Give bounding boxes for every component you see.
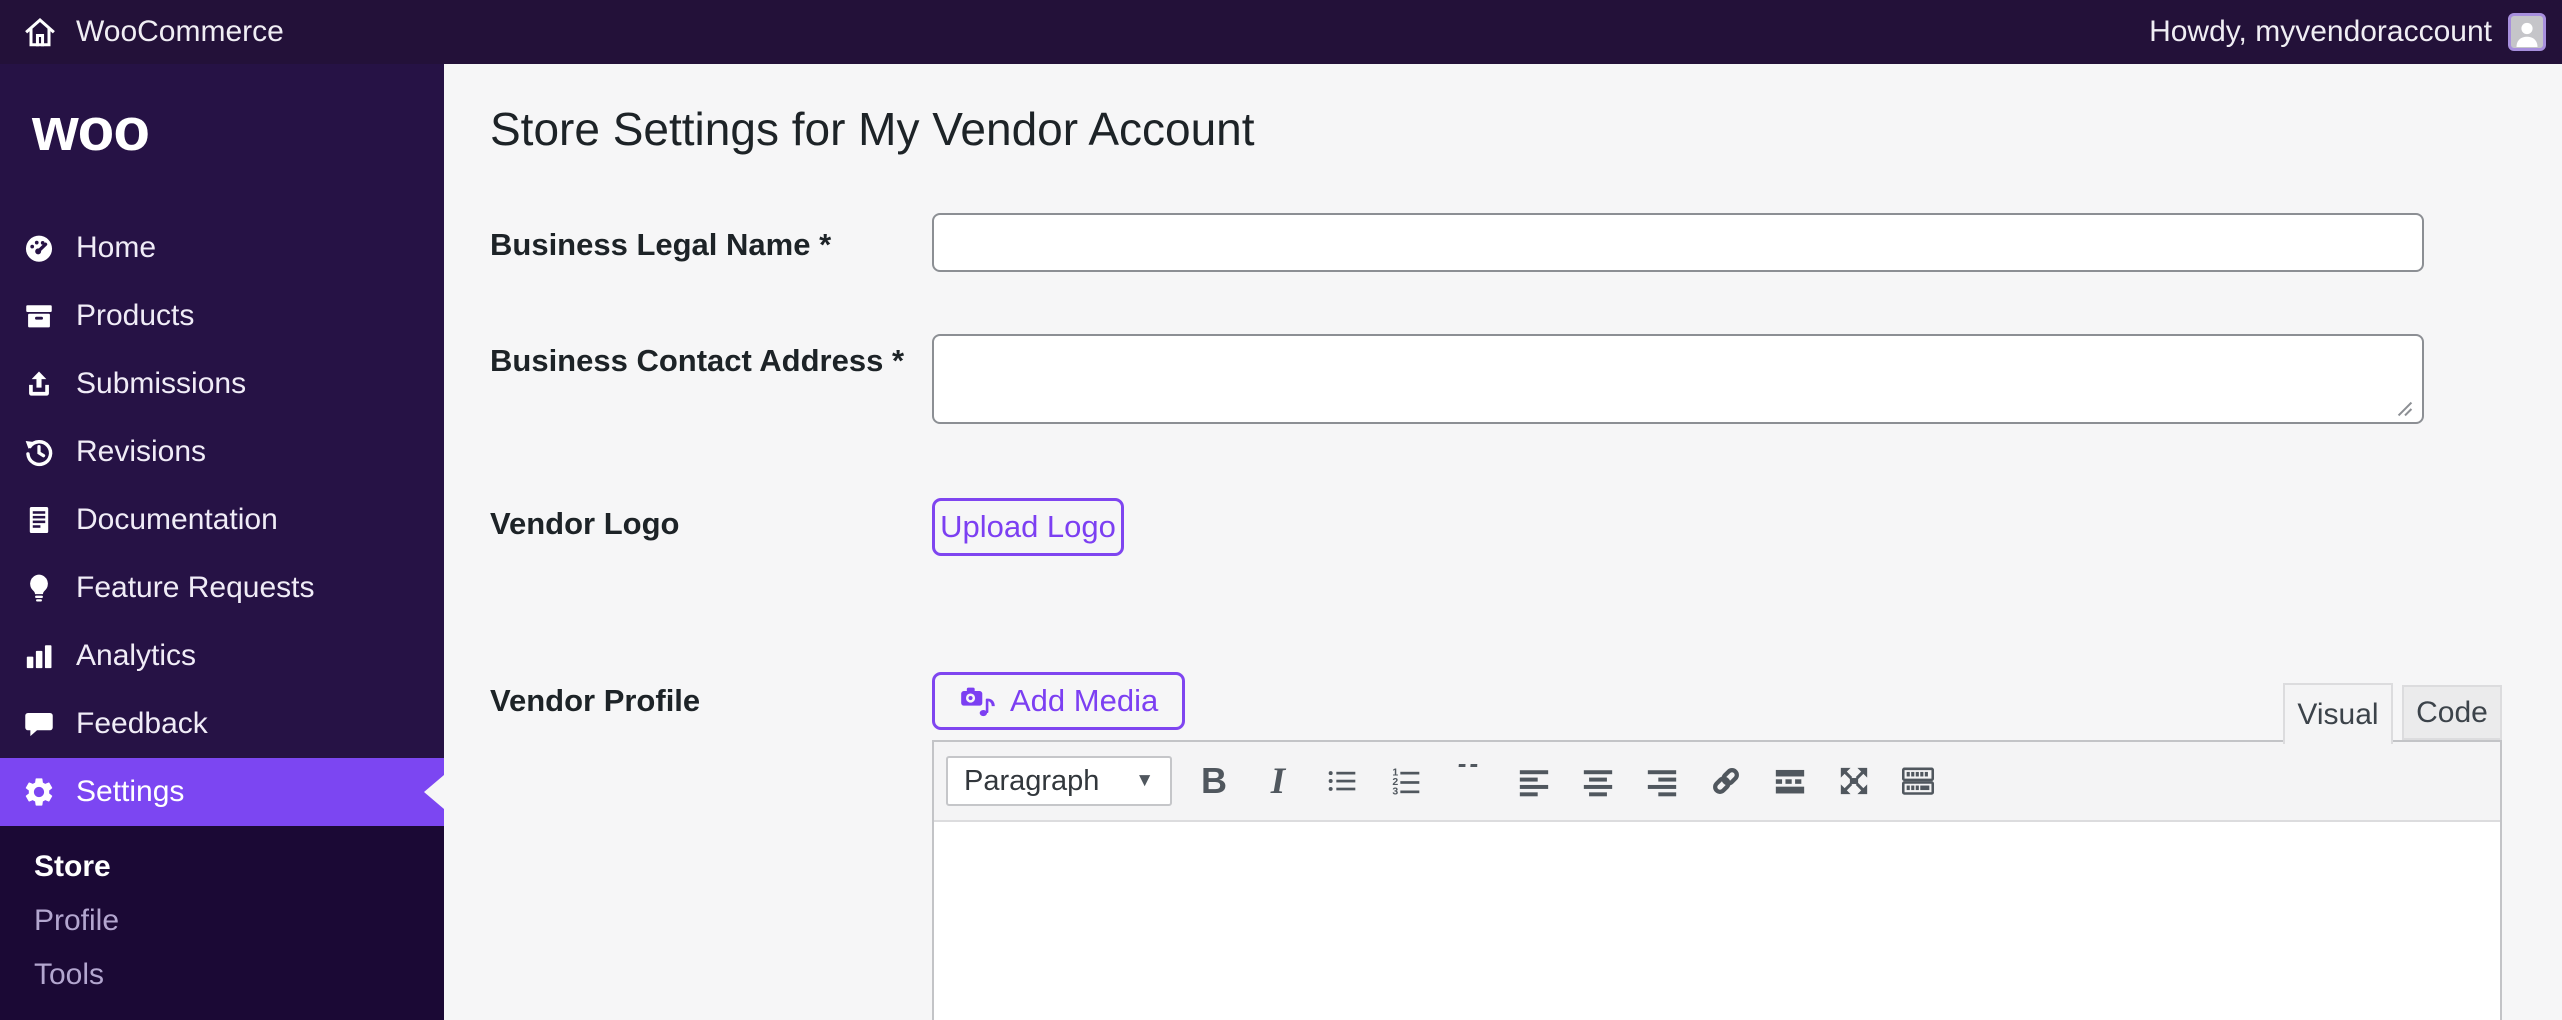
tab-visual[interactable]: Visual xyxy=(2283,683,2393,744)
settings-submenu: Store Profile Tools xyxy=(0,826,444,1020)
home-icon xyxy=(22,14,58,50)
add-media-icon xyxy=(959,683,996,720)
page-title: Store Settings for My Vendor Account xyxy=(490,103,1255,155)
contact-address-textarea[interactable] xyxy=(932,334,2424,424)
fullscreen-button[interactable] xyxy=(1822,749,1886,813)
admin-bar-site-link[interactable]: WooCommerce xyxy=(0,14,284,50)
link-button[interactable] xyxy=(1694,749,1758,813)
submenu-item-tools[interactable]: Tools xyxy=(0,948,444,1002)
blockquote-icon: “ xyxy=(1455,764,1485,798)
upload-icon xyxy=(22,367,56,401)
sidebar-item-feedback[interactable]: Feedback xyxy=(0,690,444,758)
tab-code[interactable]: Code xyxy=(2402,685,2502,740)
numbered-list-icon: 1 2 3 xyxy=(1389,764,1423,798)
bulleted-list-button[interactable] xyxy=(1310,749,1374,813)
contact-address-label: Business Contact Address * xyxy=(490,343,905,378)
sidebar-item-home[interactable]: Home xyxy=(0,214,444,282)
sidebar-item-label: Submissions xyxy=(76,367,247,400)
numbered-list-button[interactable]: 1 2 3 xyxy=(1374,749,1438,813)
svg-text:3: 3 xyxy=(1392,786,1398,797)
sidebar: woo Home Products Submissions Revisions … xyxy=(0,64,444,1020)
upload-logo-button[interactable]: Upload Logo xyxy=(932,498,1124,556)
admin-bar: WooCommerce Howdy, myvendoraccount xyxy=(0,0,2562,64)
align-center-icon xyxy=(1581,764,1615,798)
keyboard-icon xyxy=(1901,764,1935,798)
sidebar-item-products[interactable]: Products xyxy=(0,282,444,350)
sidebar-item-feature-requests[interactable]: Feature Requests xyxy=(0,554,444,622)
sidebar-item-label: Feature Requests xyxy=(76,571,315,604)
legal-name-label: Business Legal Name * xyxy=(490,227,832,262)
document-icon xyxy=(22,503,56,537)
align-left-icon xyxy=(1517,764,1551,798)
vendor-logo-label: Vendor Logo xyxy=(490,506,680,541)
admin-bar-site-label: WooCommerce xyxy=(76,15,284,48)
avatar[interactable] xyxy=(2508,13,2546,51)
profile-editor: Paragraph ▼ B I 1 2 3 “ xyxy=(932,740,2502,1020)
woo-logo[interactable]: woo xyxy=(32,100,150,160)
sidebar-item-submissions[interactable]: Submissions xyxy=(0,350,444,418)
howdy-account-link[interactable]: Howdy, myvendoraccount xyxy=(2149,15,2492,49)
sidebar-item-analytics[interactable]: Analytics xyxy=(0,622,444,690)
resize-grip-icon[interactable] xyxy=(2396,400,2414,423)
sidebar-item-label: Home xyxy=(76,231,157,264)
sidebar-menu: Home Products Submissions Revisions Docu… xyxy=(0,214,444,826)
lightbulb-icon xyxy=(22,571,56,605)
link-icon xyxy=(1709,764,1743,798)
chevron-down-icon: ▼ xyxy=(1135,770,1154,791)
bar-chart-icon xyxy=(22,639,56,673)
block-format-select[interactable]: Paragraph ▼ xyxy=(946,756,1172,806)
bulleted-list-icon xyxy=(1325,764,1359,798)
gear-icon xyxy=(22,775,56,809)
sidebar-item-revisions[interactable]: Revisions xyxy=(0,418,444,486)
archive-box-icon xyxy=(22,299,56,333)
fullscreen-icon xyxy=(1837,764,1871,798)
keyboard-toggle-button[interactable] xyxy=(1886,749,1950,813)
bold-icon: B xyxy=(1201,760,1227,801)
sidebar-item-label: Feedback xyxy=(76,707,208,740)
italic-icon: I xyxy=(1270,760,1286,802)
blockquote-button[interactable]: “ xyxy=(1438,749,1502,813)
submenu-item-profile[interactable]: Profile xyxy=(0,894,444,948)
legal-name-input[interactable] xyxy=(932,213,2424,272)
history-icon xyxy=(22,435,56,469)
sidebar-item-label: Settings xyxy=(76,775,185,808)
sidebar-item-settings[interactable]: Settings xyxy=(0,758,444,826)
sidebar-item-label: Analytics xyxy=(76,639,197,672)
sidebar-item-label: Products xyxy=(76,299,195,332)
sidebar-item-label: Revisions xyxy=(76,435,207,468)
align-right-icon xyxy=(1645,764,1679,798)
editor-toolbar: Paragraph ▼ B I 1 2 3 “ xyxy=(934,742,2500,822)
add-media-button[interactable]: Add Media xyxy=(932,672,1186,730)
speech-bubble-icon xyxy=(22,707,56,741)
read-more-button[interactable] xyxy=(1758,749,1822,813)
read-more-icon xyxy=(1773,764,1807,798)
editor-content-area[interactable] xyxy=(934,822,2500,1020)
dashboard-icon xyxy=(22,231,56,265)
bold-button[interactable]: B xyxy=(1182,749,1246,813)
sidebar-item-label: Documentation xyxy=(76,503,278,536)
align-right-button[interactable] xyxy=(1630,749,1694,813)
align-center-button[interactable] xyxy=(1566,749,1630,813)
align-left-button[interactable] xyxy=(1502,749,1566,813)
submenu-item-store[interactable]: Store xyxy=(0,840,444,894)
vendor-profile-label: Vendor Profile xyxy=(490,683,701,718)
italic-button[interactable]: I xyxy=(1246,749,1310,813)
sidebar-item-documentation[interactable]: Documentation xyxy=(0,486,444,554)
